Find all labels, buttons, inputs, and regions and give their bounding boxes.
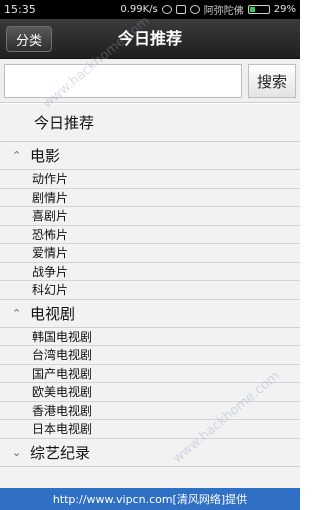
search-bar: 搜索 — [0, 59, 300, 103]
list-item[interactable]: 动作片 — [0, 170, 300, 189]
list-item[interactable]: 欧美电视剧 — [0, 383, 300, 402]
alarm-icon — [161, 5, 172, 14]
section-header-tv[interactable]: ⌃ 电视剧 — [0, 300, 300, 328]
section-title: 电影 — [30, 147, 61, 165]
category-list: 今日推荐 ⌃ 电影 动作片 剧情片 喜剧片 恐怖片 爱情片 战争片 科幻片 ⌃ … — [0, 104, 300, 510]
list-item[interactable]: 爱情片 — [0, 244, 300, 263]
battery-percent: 29% — [273, 4, 296, 15]
list-item-today-recommend[interactable]: 今日推荐 — [0, 104, 300, 142]
list-item[interactable]: 喜剧片 — [0, 207, 300, 226]
list-item[interactable]: 国产电视剧 — [0, 365, 300, 383]
section-header-variety[interactable]: ⌄ 综艺纪录 — [0, 439, 300, 467]
list-item[interactable]: 剧情片 — [0, 189, 300, 207]
net-speed: 0.99K/s — [120, 4, 158, 15]
list-item[interactable]: 科幻片 — [0, 281, 300, 300]
category-button[interactable]: 分类 — [6, 26, 52, 52]
vibrate-icon — [175, 5, 186, 14]
battery-icon — [247, 5, 270, 14]
list-item[interactable]: 恐怖片 — [0, 226, 300, 244]
status-time: 15:35 — [4, 3, 36, 16]
credit-bar: http://www.vipcn.com[清风网络]提供 — [0, 488, 300, 510]
chevron-down-icon: ⌄ — [12, 445, 22, 459]
list-item[interactable]: 韩国电视剧 — [0, 328, 300, 346]
list-item[interactable]: 台湾电视剧 — [0, 346, 300, 365]
title-bar: 分类 今日推荐 — [0, 19, 300, 59]
list-item[interactable]: 香港电视剧 — [0, 402, 300, 420]
list-item[interactable]: 战争片 — [0, 263, 300, 281]
section-title: 电视剧 — [30, 304, 76, 323]
section-header-movies[interactable]: ⌃ 电影 — [0, 142, 300, 170]
wifi-icon — [189, 5, 200, 14]
search-button[interactable]: 搜索 — [248, 64, 296, 98]
list-item[interactable]: 日本电视剧 — [0, 420, 300, 439]
section-title: 综艺纪录 — [30, 443, 91, 462]
search-input[interactable] — [4, 64, 242, 98]
status-bar: 15:35 0.99K/s 阿弥陀佛 29% — [0, 0, 300, 19]
carrier-name: 阿弥陀佛 — [203, 6, 244, 17]
chevron-up-icon: ⌃ — [12, 306, 22, 320]
chevron-up-icon: ⌃ — [12, 149, 22, 162]
